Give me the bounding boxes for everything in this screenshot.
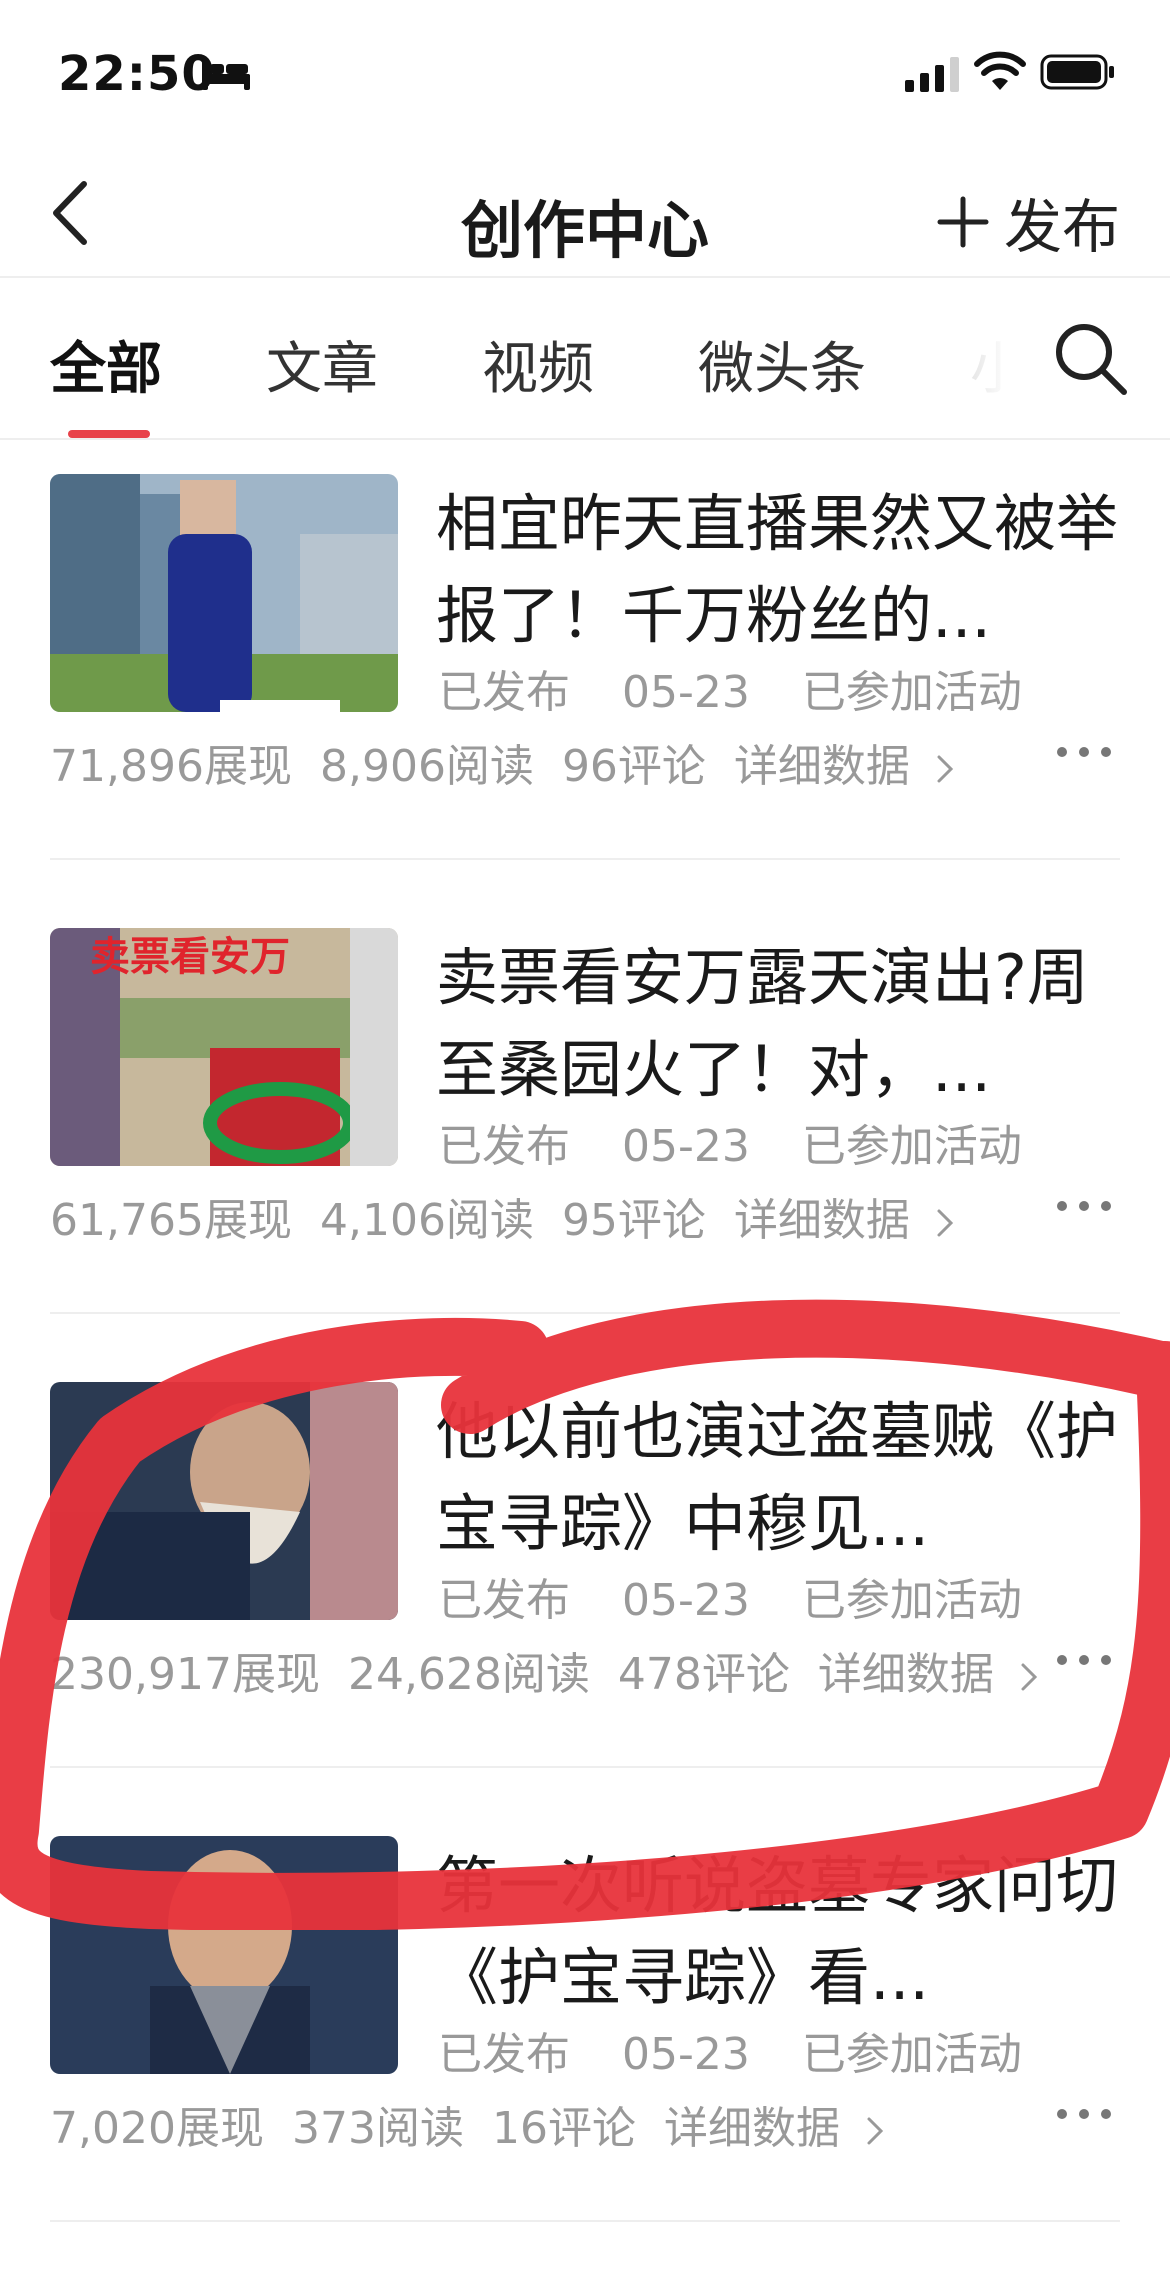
detail-data-link[interactable]: 详细数据 xyxy=(818,1638,1040,1702)
article-meta: 已发布 05-23 已参加活动 xyxy=(438,1564,1060,1628)
more-options-icon[interactable] xyxy=(1054,744,1114,760)
article-title[interactable]: 卖票看安万露天演出?周至桑园火了！对，... xyxy=(436,932,1126,1116)
cellular-signal-icon xyxy=(905,57,959,92)
detail-data-link[interactable]: 详细数据 xyxy=(734,1184,956,1248)
more-options-icon[interactable] xyxy=(1054,1652,1114,1668)
chevron-right-icon xyxy=(937,755,954,783)
publish-date: 05-23 xyxy=(622,2029,750,2080)
article-thumbnail[interactable] xyxy=(50,474,398,712)
activity-status: 已参加活动 xyxy=(801,1575,1022,1626)
article-thumbnail[interactable]: 卖票看安万 xyxy=(50,928,398,1166)
search-icon[interactable] xyxy=(1052,320,1128,396)
tab-all[interactable]: 全部 xyxy=(50,324,162,405)
more-options-icon[interactable] xyxy=(1054,1198,1114,1214)
detail-data-label: 详细数据 xyxy=(733,741,910,792)
tab-micro-posts[interactable]: 微头条 xyxy=(698,324,866,405)
active-tab-indicator xyxy=(68,430,150,438)
impressions-count: 71,896展现 xyxy=(50,741,292,792)
impressions-count: 7,020展现 xyxy=(50,2103,264,2154)
activity-status: 已参加活动 xyxy=(801,2029,1022,2080)
thumbnail-image xyxy=(50,1836,398,2074)
article-item[interactable]: 卖票看安万 卖票看安万露天演出?周至桑园火了！对，... 已发布 05-23 已… xyxy=(0,894,1170,1348)
publish-date: 05-23 xyxy=(622,1575,750,1626)
tab-videos[interactable]: 视频 xyxy=(482,324,594,405)
tabs-fade-overlay xyxy=(920,300,1050,410)
impressions-count: 230,917展现 xyxy=(50,1649,320,1700)
comments-count: 16评论 xyxy=(491,2103,636,2154)
comments-count: 95评论 xyxy=(561,1195,706,1246)
thumbnail-overlay-text: 卖票看安万 xyxy=(90,934,290,980)
publish-status: 已发布 xyxy=(438,1121,570,1172)
comments-count: 478评论 xyxy=(617,1649,790,1700)
tab-articles[interactable]: 文章 xyxy=(266,324,378,405)
article-item[interactable]: 相宜昨天直播果然又被举报了！千万粉丝的... 已发布 05-23 已参加活动 7… xyxy=(0,440,1170,894)
article-item[interactable]: 他以前也演过盗墓贼《护宝寻踪》中穆见... 已发布 05-23 已参加活动 23… xyxy=(0,1348,1170,1802)
article-meta: 已发布 05-23 已参加活动 xyxy=(438,656,1060,720)
publish-button[interactable]: 发布 xyxy=(936,180,1120,264)
detail-data-label: 详细数据 xyxy=(663,2103,840,2154)
activity-status: 已参加活动 xyxy=(801,1121,1022,1172)
item-divider xyxy=(50,1766,1120,1768)
article-meta: 已发布 05-23 已参加活动 xyxy=(438,2018,1060,2082)
chevron-right-icon xyxy=(937,1209,954,1237)
article-title[interactable]: 相宜昨天直播果然又被举报了！千万粉丝的... xyxy=(436,478,1126,662)
article-stats: 61,765展现 4,106阅读 95评论 详细数据 xyxy=(50,1184,1120,1248)
publish-status: 已发布 xyxy=(438,1575,570,1626)
detail-data-label: 详细数据 xyxy=(817,1649,994,1700)
publish-date: 05-23 xyxy=(622,1121,750,1172)
article-thumbnail[interactable] xyxy=(50,1382,398,1620)
item-divider xyxy=(50,1312,1120,1314)
publish-date: 05-23 xyxy=(622,667,750,718)
publish-status: 已发布 xyxy=(438,667,570,718)
status-bar: 22:50 xyxy=(0,0,1170,150)
article-thumbnail[interactable] xyxy=(50,1836,398,2074)
article-stats: 71,896展现 8,906阅读 96评论 详细数据 xyxy=(50,730,1120,794)
item-divider xyxy=(50,2220,1120,2222)
thumbnail-image: 卖票看安万 xyxy=(50,928,398,1166)
chevron-right-icon xyxy=(1021,1663,1038,1691)
status-time: 22:50 xyxy=(58,46,216,102)
reads-count: 24,628阅读 xyxy=(347,1649,590,1700)
article-stats: 7,020展现 373阅读 16评论 详细数据 xyxy=(50,2092,1120,2156)
impressions-count: 61,765展现 xyxy=(50,1195,292,1246)
article-meta: 已发布 05-23 已参加活动 xyxy=(438,1110,1060,1174)
item-divider xyxy=(50,858,1120,860)
nav-bar: 创作中心 发布 xyxy=(0,150,1170,278)
wifi-icon xyxy=(974,51,1026,90)
article-item[interactable]: 第一次听说盗墓专家问切《护宝寻踪》看... 已发布 05-23 已参加活动 7,… xyxy=(0,1802,1170,2256)
reads-count: 373阅读 xyxy=(291,2103,464,2154)
article-title[interactable]: 第一次听说盗墓专家问切《护宝寻踪》看... xyxy=(436,1840,1126,2024)
more-options-icon[interactable] xyxy=(1054,2106,1114,2122)
detail-data-link[interactable]: 详细数据 xyxy=(664,2092,886,2156)
comments-count: 96评论 xyxy=(561,741,706,792)
detail-data-label: 详细数据 xyxy=(733,1195,910,1246)
reads-count: 4,106阅读 xyxy=(319,1195,534,1246)
battery-icon xyxy=(1040,54,1114,90)
thumbnail-image xyxy=(50,474,398,712)
activity-status: 已参加活动 xyxy=(801,667,1022,718)
article-stats: 230,917展现 24,628阅读 478评论 详细数据 xyxy=(50,1638,1120,1702)
detail-data-link[interactable]: 详细数据 xyxy=(734,730,956,794)
publish-label: 发布 xyxy=(1003,193,1120,261)
bed-icon xyxy=(202,60,250,90)
thumbnail-image xyxy=(50,1382,398,1620)
reads-count: 8,906阅读 xyxy=(319,741,534,792)
plus-icon xyxy=(937,196,989,248)
article-title[interactable]: 他以前也演过盗墓贼《护宝寻踪》中穆见... xyxy=(436,1386,1126,1570)
chevron-right-icon xyxy=(867,2117,884,2145)
publish-status: 已发布 xyxy=(438,2029,570,2080)
